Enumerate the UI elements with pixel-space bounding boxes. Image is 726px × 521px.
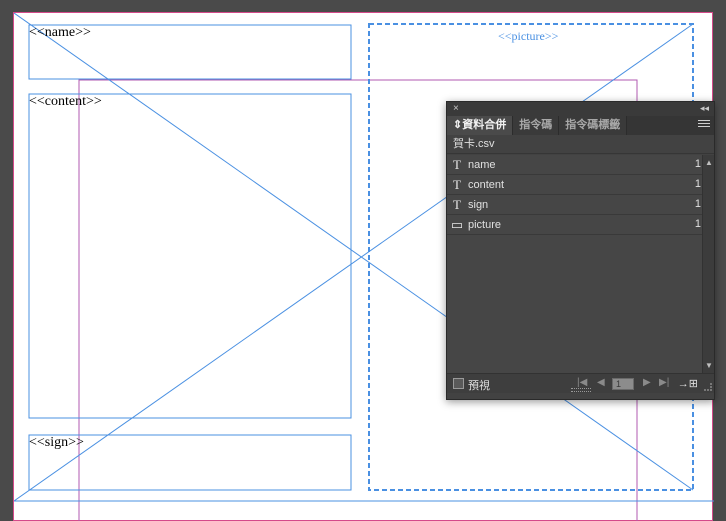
next-record-icon[interactable]: ▶ (643, 377, 651, 388)
tab-script-label[interactable]: 指令碼標籤 (559, 116, 628, 135)
field-list: T name 1 T content 1 T sign 1 ▭ picture … (447, 155, 703, 373)
field-label: content (468, 178, 505, 191)
text-field-icon: T (453, 156, 461, 172)
preview-label: 預視 (468, 380, 490, 392)
first-record-icon[interactable]: |◀ (577, 377, 587, 388)
field-label: sign (468, 198, 489, 211)
field-row-content[interactable]: T content 1 (447, 175, 703, 195)
content-placeholder[interactable]: <<content>> (29, 94, 102, 110)
panel-footer: 預視 |◀ ◀ 1 ▶ ▶| →⊞ (447, 373, 714, 393)
drag-handle[interactable] (571, 388, 591, 392)
close-icon[interactable]: × (453, 103, 459, 114)
scroll-down-icon[interactable]: ▼ (705, 361, 713, 370)
text-field-icon: T (453, 196, 461, 212)
content-frame (28, 93, 352, 419)
field-row-name[interactable]: T name 1 (447, 155, 703, 175)
field-label: picture (468, 218, 502, 231)
prev-record-icon[interactable]: ◀ (597, 377, 605, 388)
field-row-picture[interactable]: ▭ picture 1 (447, 215, 703, 235)
panel-tabs: ⇕資料合併 指令碼 指令碼標籤 (447, 116, 714, 135)
name-placeholder[interactable]: <<name>> (29, 25, 91, 41)
panel-menu-icon[interactable] (698, 120, 710, 130)
field-count: 1 (694, 158, 701, 170)
field-list-scrollbar[interactable]: ▲ ▼ (702, 155, 714, 373)
preview-checkbox[interactable] (453, 378, 464, 389)
scroll-up-icon[interactable]: ▲ (705, 158, 713, 167)
tab-data-merge[interactable]: ⇕資料合併 (447, 116, 514, 135)
create-merged-document-icon[interactable]: →⊞ (678, 377, 698, 390)
text-field-icon: T (453, 176, 461, 192)
sign-placeholder[interactable]: <<sign>> (29, 435, 84, 451)
image-field-icon: ▭ (450, 216, 464, 232)
record-number-input[interactable]: 1 (612, 378, 634, 390)
last-record-icon[interactable]: ▶| (659, 377, 669, 388)
field-count: 1 (694, 198, 701, 210)
field-label: name (468, 158, 496, 171)
resize-grip-icon[interactable] (704, 383, 712, 391)
field-count: 1 (694, 178, 701, 190)
tab-scripts[interactable]: 指令碼 (513, 116, 560, 135)
picture-placeholder[interactable]: <<picture>> (498, 29, 558, 44)
collapse-icon[interactable]: ◂◂ (700, 103, 709, 114)
field-count: 1 (694, 218, 701, 230)
panel-titlebar[interactable]: × ◂◂ (447, 102, 714, 116)
data-merge-panel: × ◂◂ ⇕資料合併 指令碼 指令碼標籤 賀卡.csv T name 1 T c… (446, 101, 715, 400)
field-row-sign[interactable]: T sign 1 (447, 195, 703, 215)
source-file-name: 賀卡.csv (447, 135, 714, 154)
